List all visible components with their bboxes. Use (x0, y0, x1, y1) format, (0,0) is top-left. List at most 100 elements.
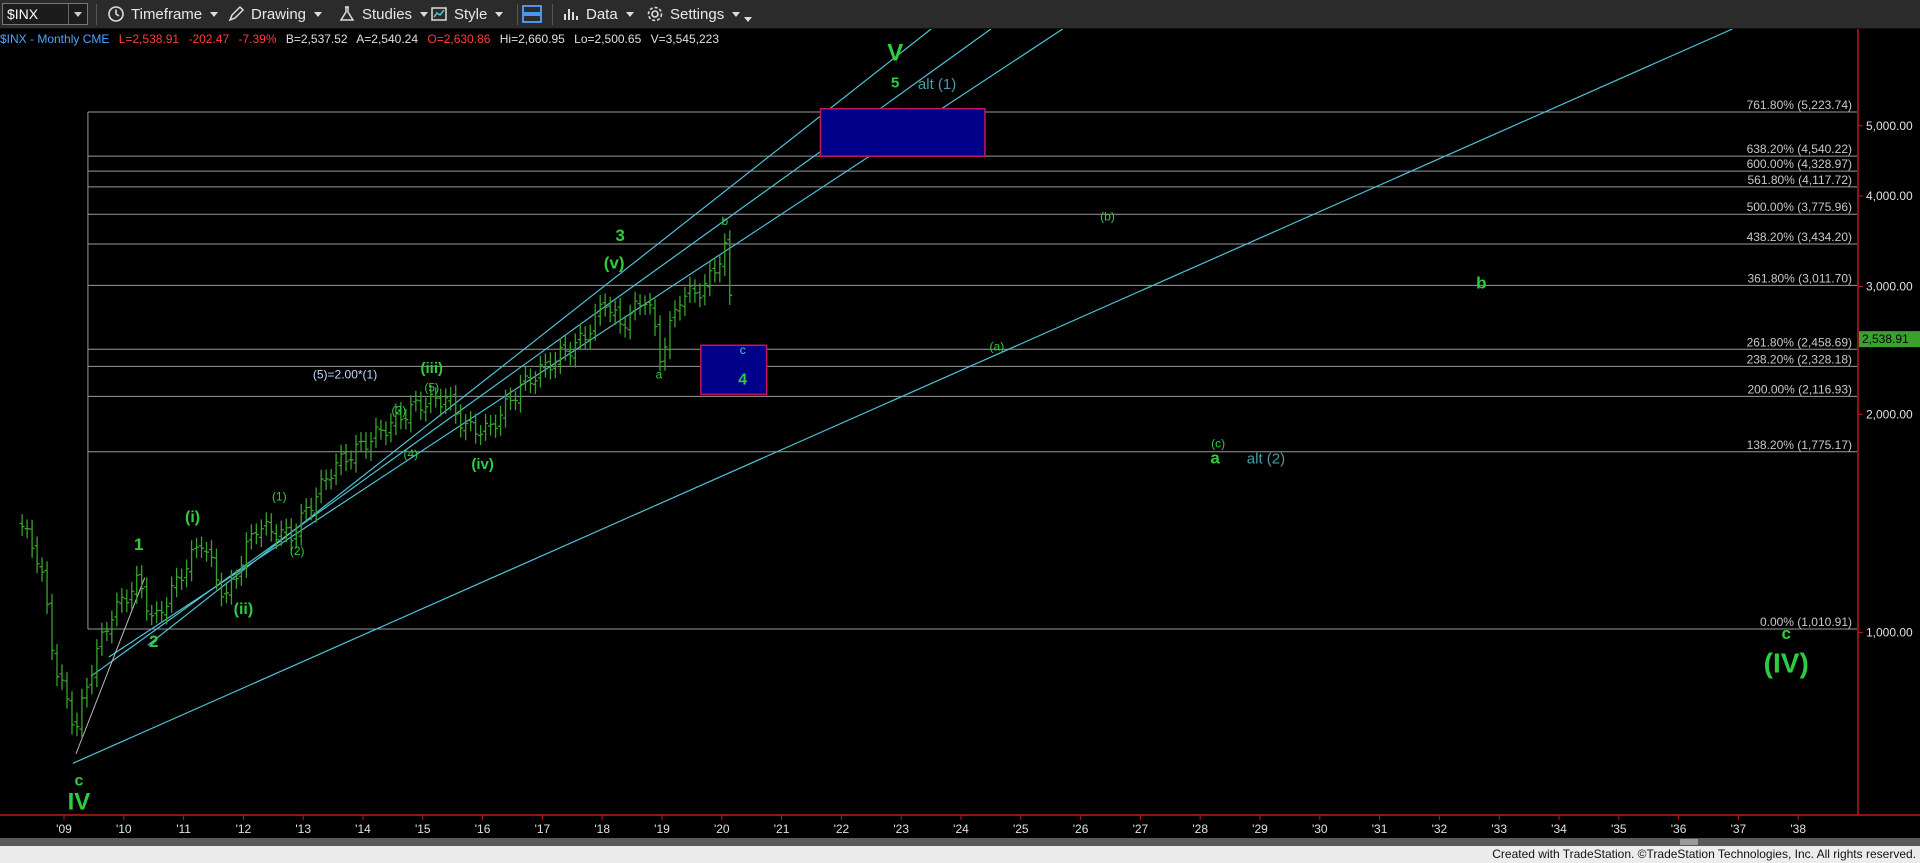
copyright-text: Created with TradeStation. ©TradeStation… (1492, 847, 1916, 861)
clock-icon (108, 6, 124, 22)
horizontal-scrollbar[interactable] (0, 838, 1920, 846)
settings-button[interactable]: Settings (646, 2, 741, 26)
net-change: -202.47 (188, 32, 229, 46)
chevron-down-icon (420, 11, 429, 17)
wave-label: a (656, 368, 663, 382)
x-tick-label: '23 (893, 822, 909, 836)
x-tick-label: '28 (1192, 822, 1208, 836)
target-box (819, 107, 986, 157)
open-price: O=2,630.86 (427, 32, 490, 46)
x-tick-label: '10 (116, 822, 132, 836)
chevron-down-icon (314, 11, 323, 17)
wave-label: (5) (424, 380, 439, 394)
y-tick-label: 4,000.00 (1866, 189, 1913, 203)
fib-level-label: 561.80% (4,117.72) (1747, 173, 1852, 187)
x-tick-label: '17 (535, 822, 551, 836)
wave-label: (ii) (234, 601, 254, 618)
wave-label: (4) (404, 447, 419, 461)
wave-label: (3) (392, 403, 407, 417)
x-tick-label: '14 (355, 822, 371, 836)
x-tick-label: '15 (415, 822, 431, 836)
chevron-down-icon (210, 11, 219, 17)
fib-level-label: 361.80% (3,011.70) (1747, 271, 1852, 285)
fib-level-label: 0.00% (1,010.91) (1760, 615, 1852, 629)
fib-level-label: 500.00% (3,775.96) (1747, 200, 1852, 214)
scrollbar-thumb[interactable] (1680, 839, 1698, 845)
x-tick-label: '37 (1731, 822, 1747, 836)
wave-label: 4 (738, 371, 747, 388)
wave-label: (iv) (471, 456, 494, 473)
pencil-icon (228, 5, 245, 22)
y-tick-label: 1,000.00 (1866, 625, 1913, 639)
wave-label: (2) (290, 544, 305, 558)
wave-label: b (721, 214, 728, 228)
fib-level-label: 600.00% (4,328.97) (1747, 157, 1852, 171)
chart-style-icon (431, 7, 447, 21)
fib-level-label: 261.80% (2,458.69) (1747, 335, 1852, 349)
symbol-input[interactable]: $INX (2, 3, 88, 25)
x-tick-label: '33 (1491, 822, 1507, 836)
style-button[interactable]: Style (430, 2, 504, 26)
wave-label: V (887, 40, 903, 67)
x-tick-label: '34 (1551, 822, 1567, 836)
target-box (700, 344, 768, 396)
x-tick-label: '12 (236, 822, 252, 836)
chevron-down-icon (732, 11, 741, 17)
bid-price: B=2,537.52 (286, 32, 348, 46)
x-tick-label: '38 (1790, 822, 1806, 836)
drawing-button[interactable]: Drawing (227, 2, 323, 26)
price-chart[interactable]: 761.80% (5,223.74) 638.20% (4,540.22)600.… (0, 29, 1920, 838)
data-label: Data (586, 5, 618, 23)
x-tick-label: '13 (295, 822, 311, 836)
symbol-text: $INX (7, 6, 39, 22)
x-tick-label: '19 (654, 822, 670, 836)
toolbar-divider (96, 4, 97, 25)
svg-text:$INX - Monthly CME L=2,: $INX - Monthly CME L=2,538.91 -202.47 -7… (0, 32, 719, 46)
toolbar-more-button[interactable] (744, 2, 752, 26)
footer: Created with TradeStation. ©TradeStation… (0, 846, 1920, 863)
data-button[interactable]: Data (562, 2, 634, 26)
x-tick-label: '16 (475, 822, 491, 836)
wave-label: c (1782, 624, 1791, 643)
toolbar-divider (552, 4, 553, 25)
wave-label: (v) (604, 253, 625, 272)
fib-level-label: 238.20% (2,328.18) (1747, 352, 1852, 366)
y-tick-label: 5,000.00 (1866, 119, 1913, 133)
chevron-down-icon (495, 11, 504, 17)
wave-label: (b) (1100, 210, 1115, 224)
timeframe-button[interactable]: Timeframe (107, 2, 219, 26)
fib-level-label: 761.80% (5,223.74) (1747, 98, 1852, 112)
wave-label: c (740, 343, 746, 357)
last-price-label: 2,538.91 (1862, 332, 1909, 346)
fib-level-label: 438.20% (3,434.20) (1747, 230, 1852, 244)
studies-button[interactable]: Studies (338, 2, 429, 26)
settings-label: Settings (670, 5, 725, 23)
x-tick-label: '25 (1013, 822, 1029, 836)
x-tick-label: '22 (834, 822, 850, 836)
fib-level-label: 138.20% (1,775.17) (1747, 438, 1852, 452)
x-tick-label: '09 (56, 822, 72, 836)
wave-label: (5)=2.00*(1) (313, 368, 377, 382)
bar-chart-icon (564, 9, 578, 20)
last-price: L=2,538.91 (119, 32, 180, 46)
x-tick-label: '27 (1133, 822, 1149, 836)
volume: V=3,545,223 (651, 32, 720, 46)
chevron-down-icon[interactable] (68, 4, 87, 24)
x-tick-label: '11 (176, 822, 191, 836)
wave-label: 3 (615, 226, 624, 245)
symbol-info: $INX - Monthly CME (0, 32, 109, 46)
drawing-label: Drawing (251, 5, 307, 23)
x-tick-label: '30 (1312, 822, 1328, 836)
x-tick-label: '29 (1252, 822, 1268, 836)
fib-level-label: 638.20% (4,540.22) (1747, 142, 1852, 156)
wave-label: IV (68, 788, 91, 815)
x-tick-label: '21 (774, 822, 790, 836)
wave-label: (iii) (421, 360, 444, 377)
layout-button[interactable] (521, 2, 549, 26)
flask-icon (339, 6, 355, 21)
x-tick-label: '20 (714, 822, 730, 836)
chevron-down-icon (744, 16, 752, 22)
y-tick-label: 2,000.00 (1866, 407, 1913, 421)
percent-change: -7.39% (239, 32, 277, 46)
y-tick-label: 3,000.00 (1866, 280, 1913, 294)
